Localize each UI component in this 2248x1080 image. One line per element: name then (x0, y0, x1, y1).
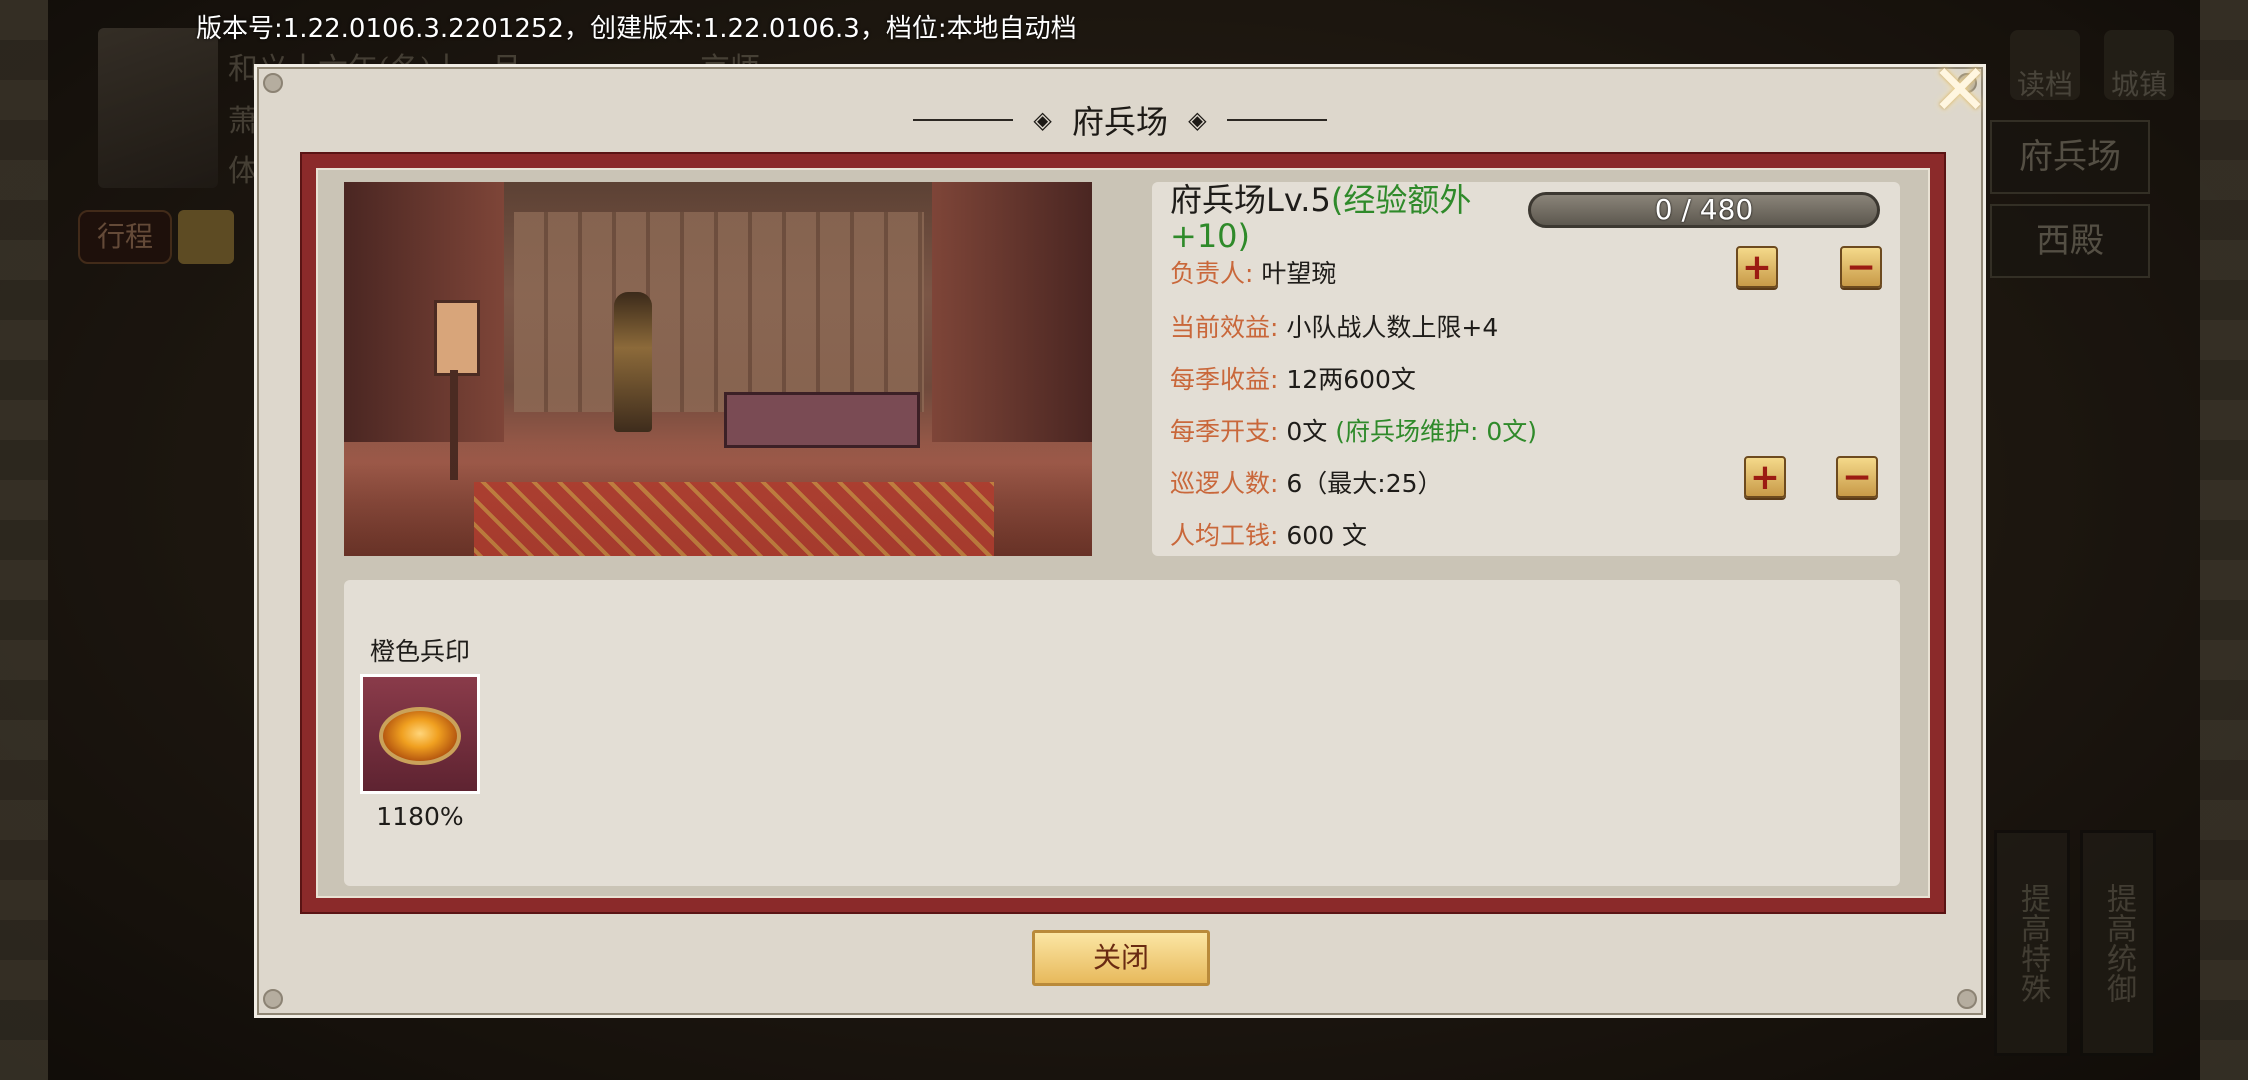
manager-row: 负责人: 叶望琬 (1170, 254, 1336, 290)
scene-table (724, 392, 920, 448)
corner-ornament (263, 989, 283, 1009)
exp-progress-bar: 0 / 480 (1528, 192, 1880, 228)
diamond-icon: ◈ (1033, 106, 1052, 134)
patrol-label: 巡逻人数: (1170, 469, 1279, 498)
corner-ornament (1957, 989, 1977, 1009)
manager-value: 叶望琬 (1261, 259, 1337, 288)
item-slot[interactable] (360, 674, 480, 794)
scene-guard-figure (614, 292, 652, 432)
patrol-add-button[interactable]: + (1744, 456, 1786, 498)
diamond-icon: ◈ (1188, 106, 1207, 134)
manager-label: 负责人: (1170, 259, 1254, 288)
building-info-panel: 府兵场Lv.5(经验额外+10) 0 / 480 负责人: 叶望琬 + − 当前… (1152, 182, 1900, 556)
building-scene-image (344, 182, 1092, 556)
effect-value: 小队战人数上限+4 (1286, 313, 1499, 342)
manager-remove-button[interactable]: − (1840, 246, 1882, 288)
scene-curtain (344, 182, 504, 442)
corner-ornament (263, 73, 283, 93)
close-x-icon[interactable]: ✕ (1920, 50, 2000, 130)
close-button[interactable]: 关闭 (1032, 930, 1210, 986)
item-value: 1180% (376, 802, 464, 831)
item-panel: 橙色兵印 1180% (344, 580, 1900, 886)
wage-row: 人均工钱: 600 文 (1170, 516, 1367, 552)
expense-note: (府兵场维护: 0文) (1335, 417, 1538, 446)
wage-label: 人均工钱: (1170, 521, 1279, 550)
scene-curtain (932, 182, 1092, 442)
expense-label: 每季开支: (1170, 417, 1279, 446)
orange-seal-icon (379, 707, 461, 765)
scene-lantern (434, 300, 480, 376)
version-status: 版本号:1.22.0106.3.2201252，创建版本:1.22.0106.3… (196, 14, 1077, 44)
title-line (1226, 119, 1327, 121)
effect-label: 当前效益: (1170, 313, 1279, 342)
dialog-title-text: 府兵场 (1071, 103, 1168, 141)
effect-row: 当前效益: 小队战人数上限+4 (1170, 308, 1498, 344)
income-label: 每季收益: (1170, 365, 1279, 394)
scene-wall (514, 212, 924, 412)
patrol-value: 6（最大:25） (1286, 469, 1443, 498)
item-name: 橙色兵印 (369, 637, 470, 666)
income-value: 12两600文 (1286, 365, 1416, 394)
manager-add-button[interactable]: + (1736, 246, 1778, 288)
patrol-row: 巡逻人数: 6（最大:25） (1170, 464, 1443, 500)
building-level: 府兵场Lv.5(经验额外+10) (1170, 182, 1540, 254)
dialog-title: ◈ 府兵场 ◈ (257, 97, 1983, 143)
expense-row: 每季开支: 0文 (府兵场维护: 0文) (1170, 412, 1537, 448)
scene-carpet (474, 482, 994, 556)
wage-value: 600 文 (1286, 521, 1368, 550)
item-slot-entry[interactable]: 橙色兵印 1180% (360, 632, 480, 831)
patrol-remove-button[interactable]: − (1836, 456, 1878, 498)
title-line (913, 119, 1014, 121)
building-name-level: 府兵场Lv.5 (1170, 181, 1331, 219)
exp-progress-text: 0 / 480 (1654, 193, 1754, 226)
income-row: 每季收益: 12两600文 (1170, 360, 1416, 396)
expense-value: 0文 (1286, 417, 1328, 446)
